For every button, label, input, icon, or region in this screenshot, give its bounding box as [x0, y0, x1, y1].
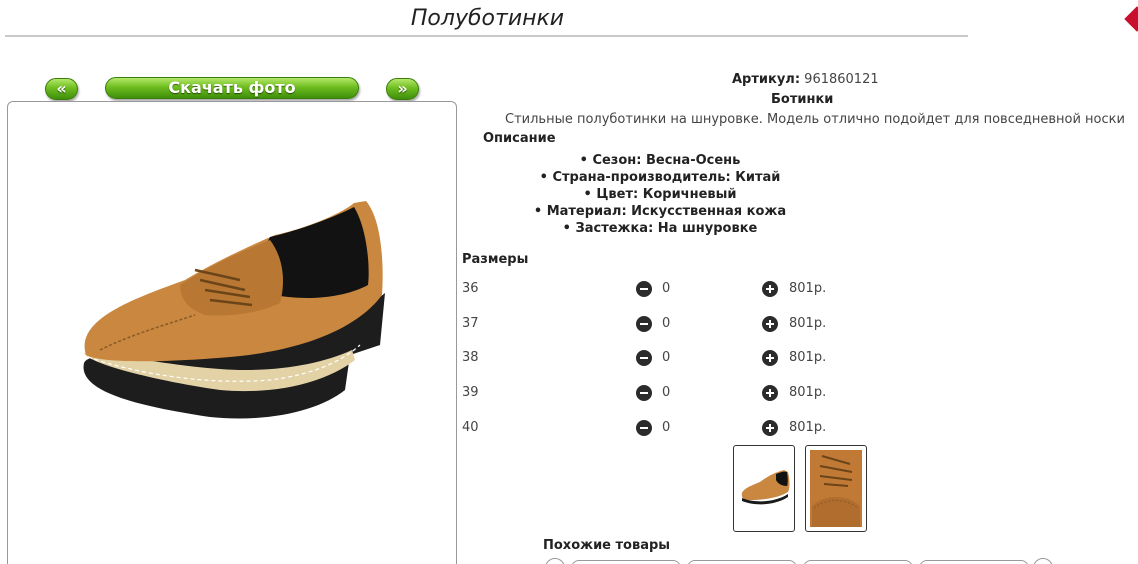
quantity-value: 0 — [662, 420, 671, 435]
minus-icon[interactable] — [636, 281, 652, 297]
minus-icon[interactable] — [636, 385, 652, 401]
size-price: 801р. — [789, 385, 827, 400]
size-price: 801р. — [789, 316, 827, 331]
quantity-value: 0 — [662, 316, 671, 331]
plus-icon[interactable] — [762, 281, 778, 297]
spec-color: Цвет: Коричневый — [460, 186, 860, 203]
size-number: 36 — [462, 281, 479, 296]
product-description: Стильные полуботинки на шнуровке. Модель… — [505, 112, 1125, 127]
sku-label: Артикул: — [732, 72, 801, 87]
quantity-value: 0 — [662, 385, 671, 400]
sku-line: Артикул: 961860121 — [732, 72, 879, 87]
quantity-value: 0 — [662, 350, 671, 365]
shoe-photo-icon — [741, 470, 790, 505]
size-row: 40 0 801р. — [460, 420, 880, 440]
similar-prev-arrow[interactable] — [545, 558, 565, 564]
product-category: Ботинки — [771, 92, 834, 107]
spec-fastener: Застежка: На шнуровке — [460, 220, 860, 237]
quantity-value: 0 — [662, 281, 671, 296]
minus-icon[interactable] — [636, 316, 652, 332]
minus-icon[interactable] — [636, 420, 652, 436]
sku-value: 961860121 — [804, 72, 879, 87]
size-number: 38 — [462, 350, 479, 365]
size-row: 36 0 801р. — [460, 281, 880, 301]
plus-icon[interactable] — [762, 316, 778, 332]
similar-product-card[interactable] — [571, 560, 681, 564]
size-number: 39 — [462, 385, 479, 400]
similar-product-card[interactable] — [919, 560, 1029, 564]
download-photo-button[interactable]: Скачать фото — [105, 77, 359, 99]
size-row: 39 0 801р. — [460, 385, 880, 405]
sizes-heading: Размеры — [462, 252, 529, 267]
size-row: 38 0 801р. — [460, 350, 880, 370]
spec-season: Сезон: Весна-Осень — [460, 152, 860, 169]
plus-icon[interactable] — [762, 385, 778, 401]
similar-next-arrow[interactable] — [1033, 558, 1053, 564]
description-heading: Описание — [483, 131, 556, 146]
similar-product-card[interactable] — [687, 560, 797, 564]
size-row: 37 0 801р. — [460, 316, 880, 336]
spec-list: Сезон: Весна-Осень Страна-производитель:… — [460, 152, 860, 237]
size-number: 40 — [462, 420, 479, 435]
main-shoe-photo[interactable] — [70, 185, 390, 425]
size-number: 37 — [462, 316, 479, 331]
corner-diamond-icon[interactable] — [1124, 6, 1138, 32]
spec-country: Страна-производитель: Китай — [460, 169, 860, 186]
thumbnail-shoe-closeup[interactable] — [805, 445, 867, 532]
page-title: Полуботинки — [410, 6, 565, 31]
next-photo-button[interactable]: » — [386, 78, 419, 100]
thumbnail-shoe-side[interactable] — [733, 445, 795, 532]
size-price: 801р. — [789, 350, 827, 365]
title-divider — [5, 35, 968, 37]
size-price: 801р. — [789, 281, 827, 296]
prev-photo-button[interactable]: « — [45, 78, 78, 100]
shoe-closeup-photo-icon — [810, 450, 862, 527]
plus-icon[interactable] — [762, 420, 778, 436]
spec-material: Материал: Искусственная кожа — [460, 203, 860, 220]
similar-products-heading: Похожие товары — [543, 538, 671, 553]
minus-icon[interactable] — [636, 350, 652, 366]
similar-product-card[interactable] — [803, 560, 913, 564]
plus-icon[interactable] — [762, 350, 778, 366]
size-price: 801р. — [789, 420, 827, 435]
